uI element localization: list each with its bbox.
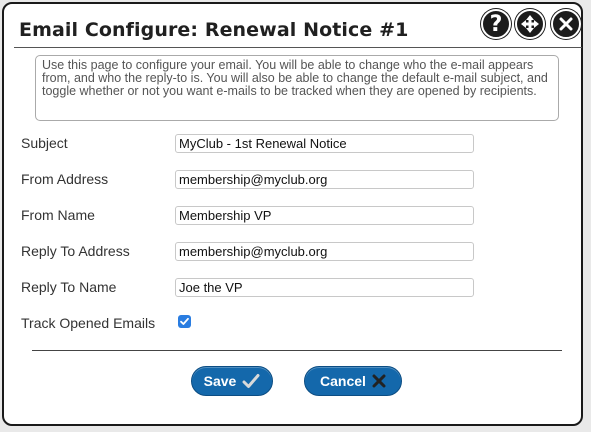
move-button[interactable] <box>515 9 545 39</box>
reply-to-name-input[interactable] <box>175 278 474 297</box>
save-button[interactable]: Save <box>191 366 273 396</box>
footer-divider <box>32 350 562 351</box>
checkmark-icon <box>180 317 189 325</box>
cancel-label: Cancel <box>320 373 366 389</box>
dialog-title: Email Configure: Renewal Notice #1 <box>19 19 409 41</box>
reply-to-address-label: Reply To Address <box>21 243 130 259</box>
help-icon: ? <box>489 11 503 37</box>
title-divider <box>14 47 582 48</box>
check-icon <box>242 374 260 388</box>
track-opened-checkbox[interactable] <box>178 315 191 328</box>
from-name-label: From Name <box>21 207 95 223</box>
from-address-label: From Address <box>21 171 109 187</box>
email-configure-dialog: Email Configure: Renewal Notice #1 ? Use… <box>2 2 583 426</box>
cancel-button[interactable]: Cancel <box>304 366 402 396</box>
x-icon <box>372 374 386 388</box>
reply-to-name-label: Reply To Name <box>21 279 117 295</box>
help-button[interactable]: ? <box>481 9 511 39</box>
move-icon <box>521 15 539 33</box>
subject-input[interactable] <box>175 134 474 153</box>
subject-label: Subject <box>21 135 68 151</box>
track-opened-label: Track Opened Emails <box>21 315 156 331</box>
close-button[interactable] <box>551 9 581 39</box>
save-label: Save <box>203 373 237 389</box>
reply-to-address-input[interactable] <box>175 242 474 261</box>
from-address-input[interactable] <box>175 170 474 189</box>
from-name-input[interactable] <box>175 206 474 225</box>
info-box: Use this page to configure your email. Y… <box>35 55 559 121</box>
close-icon <box>559 17 573 31</box>
